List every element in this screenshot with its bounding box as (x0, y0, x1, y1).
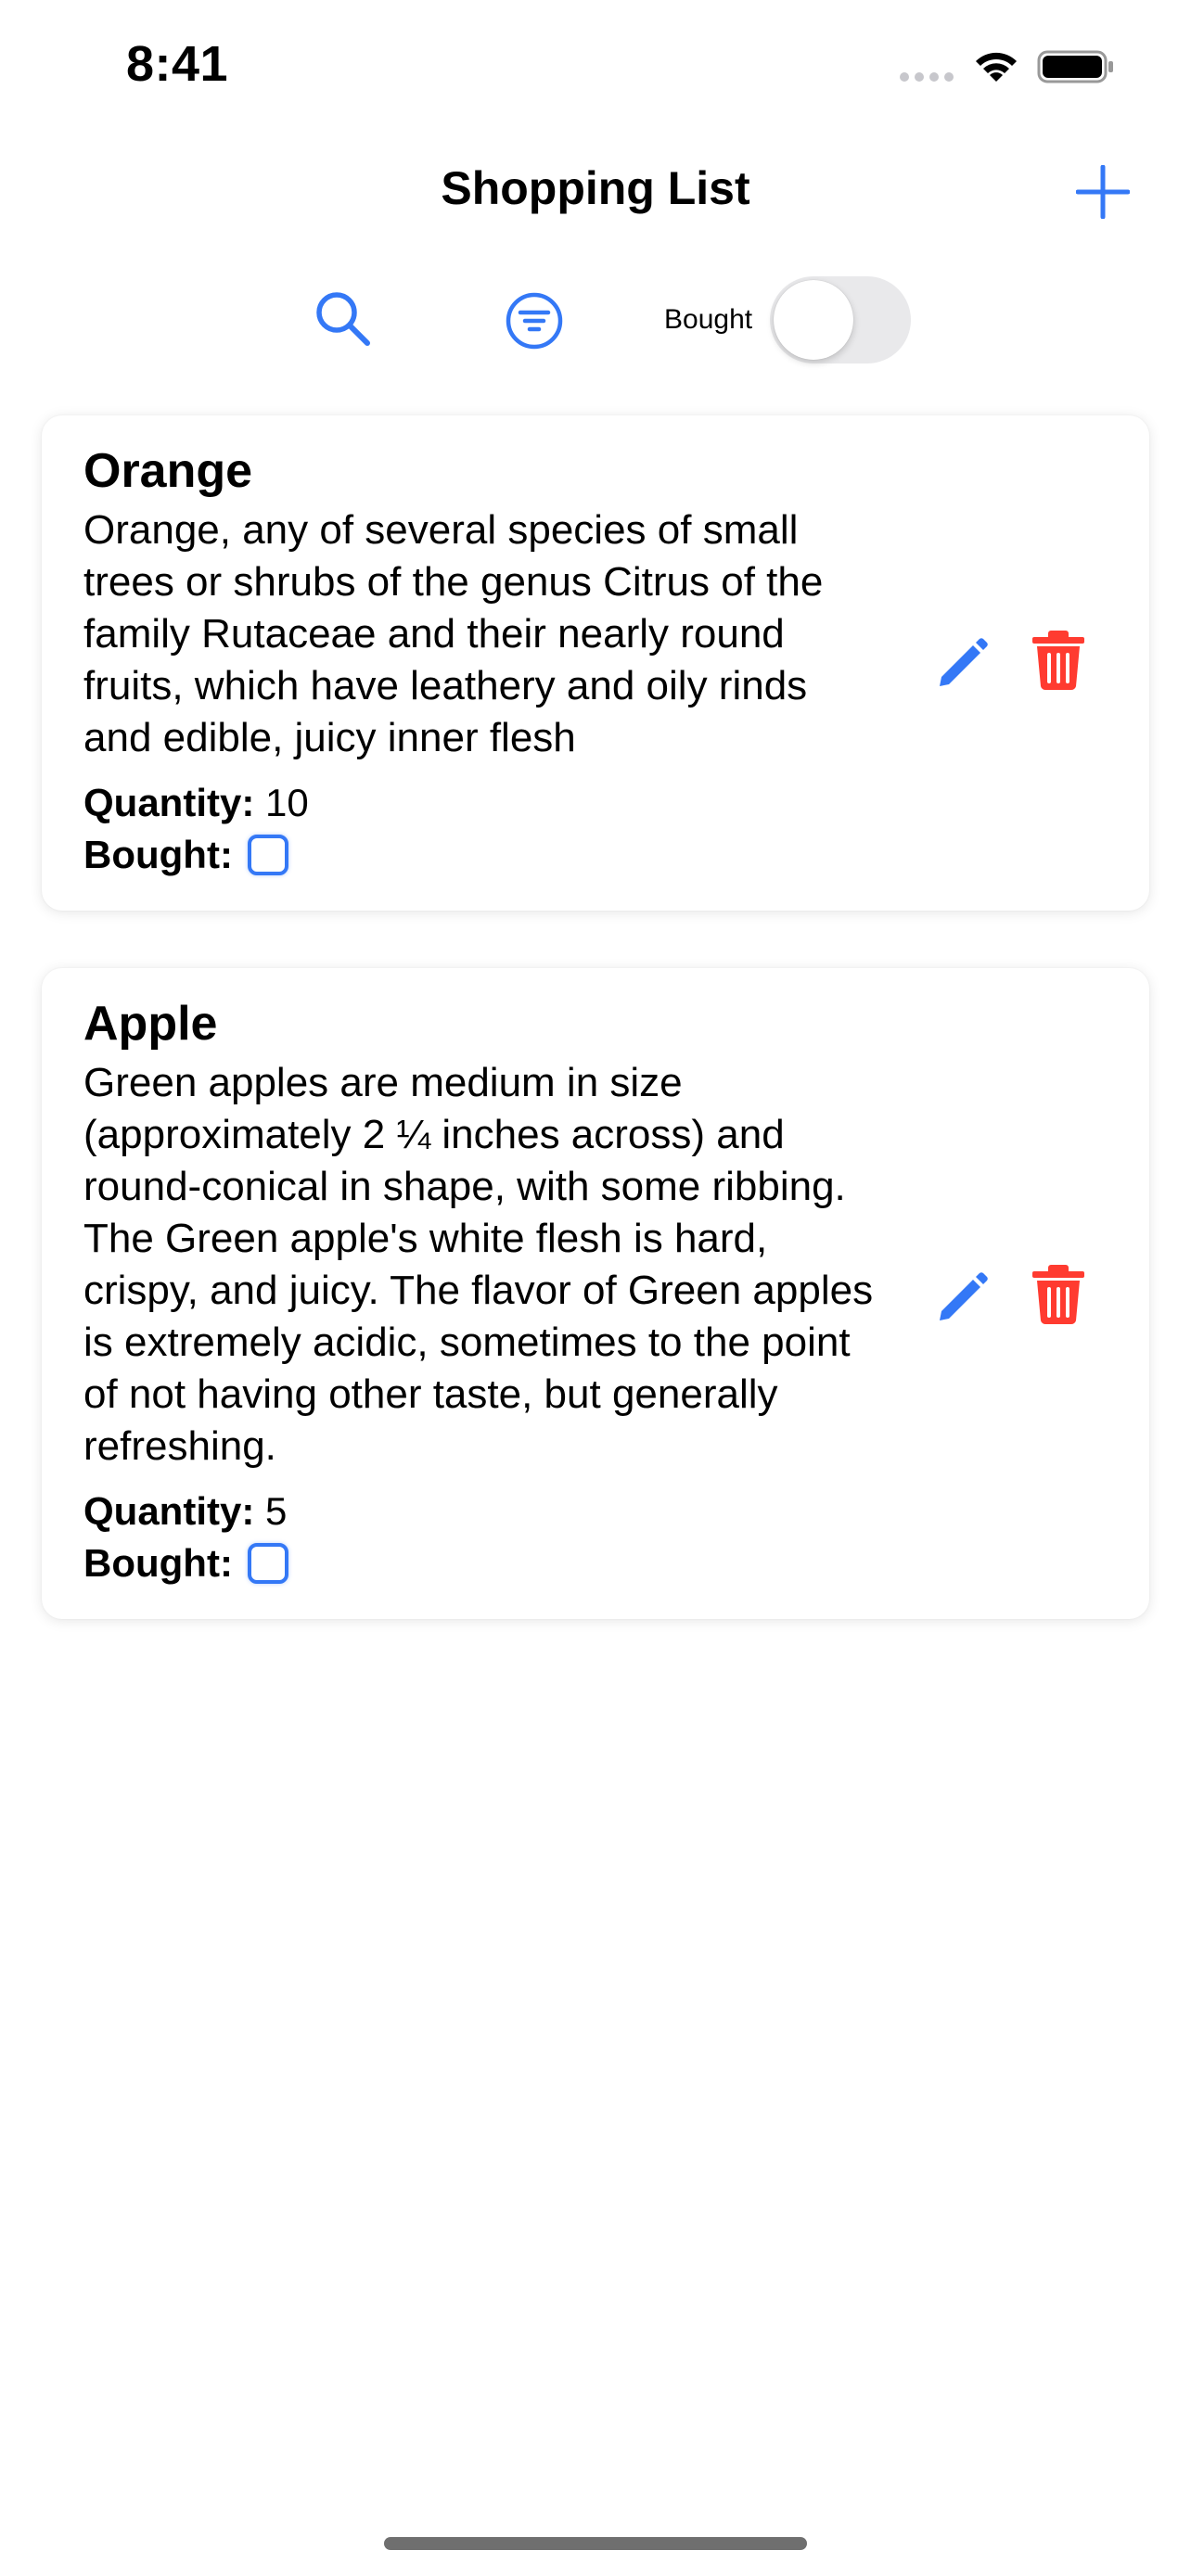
page-title: Shopping List (441, 162, 750, 214)
quantity-value: 10 (265, 781, 309, 824)
search-icon[interactable] (314, 289, 373, 349)
bought-toggle[interactable] (770, 276, 911, 363)
quantity-label: Quantity: (83, 1489, 255, 1533)
add-item-plus-icon[interactable] (1076, 165, 1130, 219)
filter-icon[interactable] (505, 291, 564, 351)
bought-checkbox[interactable] (247, 835, 288, 875)
bought-label: Bought: (83, 833, 233, 876)
pencil-icon[interactable] (932, 1269, 992, 1328)
item-bought: Bought: (83, 1541, 288, 1586)
status-bar: 8:41 (0, 0, 1191, 130)
home-indicator[interactable] (384, 2537, 807, 2550)
trash-icon[interactable] (1031, 629, 1086, 692)
list-item-card: Orange Orange, any of several species of… (42, 415, 1149, 911)
toggle-knob (774, 280, 853, 360)
item-quantity: Quantity: 5 (83, 1489, 287, 1534)
bought-label: Bought: (83, 1541, 233, 1585)
item-bought: Bought: (83, 833, 288, 877)
item-title: Orange (83, 444, 253, 498)
bought-checkbox[interactable] (247, 1543, 288, 1584)
item-description: Orange, any of several species of small … (83, 507, 824, 760)
cellular-signal-icon (900, 72, 954, 82)
item-quantity: Quantity: 10 (83, 781, 309, 825)
status-time: 8:41 (126, 36, 229, 92)
item-description: Green apples are medium in size (approxi… (83, 1060, 874, 1469)
wifi-icon (976, 52, 1017, 82)
list-item-card: Apple Green apples are medium in size (a… (42, 968, 1149, 1619)
pencil-icon[interactable] (932, 634, 992, 694)
battery-icon (1037, 50, 1113, 83)
quantity-label: Quantity: (83, 781, 255, 824)
item-title: Apple (83, 997, 218, 1051)
trash-icon[interactable] (1031, 1263, 1086, 1326)
bought-toggle-label: Bought (664, 304, 753, 335)
quantity-value: 5 (265, 1489, 288, 1533)
